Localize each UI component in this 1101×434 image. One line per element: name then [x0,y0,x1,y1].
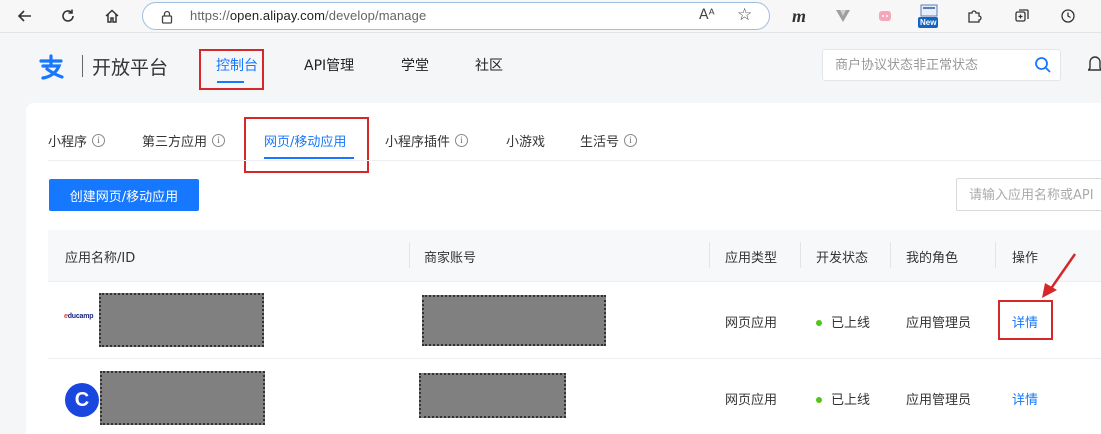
create-web-mobile-app-button[interactable]: 创建网页/移动应用 [49,179,199,211]
redacted-merchant-account [422,295,606,346]
column-divider [709,242,710,268]
brand-name[interactable]: 开放平台 [92,53,168,80]
browser-toolbar: https://open.alipay.com/develop/manage A… [0,0,1101,33]
collections-icon[interactable] [1011,5,1033,27]
column-header-dev-status: 开发状态 [816,251,869,266]
app-type-cell: 网页应用 [725,316,778,331]
annotation-arrow-icon [1042,253,1077,298]
history-icon[interactable] [1057,5,1079,27]
column-divider [409,242,410,268]
header-search-input[interactable] [835,55,1025,75]
status-online-dot [816,396,822,403]
tab-label: 小程序 [48,135,88,150]
status-cell: 已上线 [816,389,870,408]
tab-third-party-app[interactable]: 第三方应用 i [142,131,226,150]
tab-label: 第三方应用 [142,135,208,150]
tab-label: 生活号 [580,135,620,150]
app-search[interactable] [956,178,1101,211]
extensions-puzzle-icon[interactable] [963,5,985,27]
info-icon[interactable]: i [624,134,638,147]
extension-m-icon[interactable]: m [788,5,810,27]
main-card: 小程序 i 第三方应用 i 网页/移动应用 小程序插件 i 小游戏 生活号 i … [26,103,1101,434]
column-header-merchant-account: 商家账号 [424,251,477,266]
tab-label: 小程序插件 [385,135,451,150]
app-logo: educamp [64,313,94,320]
lock-icon[interactable] [161,9,173,28]
tab-mini-program[interactable]: 小程序 i [48,131,106,150]
table-header: 应用名称/ID 商家账号 应用类型 开发状态 我的角色 操作 [48,230,1101,282]
highlight-box-console [199,49,264,90]
tab-life-account[interactable]: 生活号 i [580,131,638,150]
table-row: educamp 网页应用 已上线 应用管理员 详情 [48,282,1101,359]
app-type-cell: 网页应用 [725,393,778,408]
read-aloud-icon[interactable]: Aᴬ [699,7,715,23]
tabs-divider [48,160,1101,161]
info-icon[interactable]: i [455,134,469,147]
info-icon[interactable]: i [212,134,226,147]
details-link[interactable]: 详情 [1012,389,1038,408]
status-cell: 已上线 [816,312,870,331]
brand-divider [82,55,83,77]
nav-community[interactable]: 社区 [475,55,503,75]
tab-mini-program-plugin[interactable]: 小程序插件 i [385,131,469,150]
refresh-icon[interactable] [55,3,81,29]
column-header-app-type: 应用类型 [725,251,778,266]
extension-cat-icon[interactable] [874,5,896,27]
column-divider [995,242,996,268]
nav-api-management[interactable]: API管理 [304,55,354,75]
redacted-app-name [99,293,264,347]
nav-academy[interactable]: 学堂 [401,55,429,75]
status-online-dot [816,319,822,326]
tab-mini-game[interactable]: 小游戏 [506,131,545,150]
column-divider [890,242,891,268]
tab-label: 小游戏 [506,135,546,150]
extension-new-icon[interactable]: New [917,4,943,30]
redacted-app-name [100,371,265,425]
column-divider [800,242,801,268]
url-text: https://open.alipay.com/develop/manage [190,8,427,23]
column-header-app-name: 应用名称/ID [65,251,136,266]
redacted-merchant-account [419,373,566,418]
highlight-box-web-tab [244,117,369,173]
favorite-star-icon[interactable]: ☆ [737,5,752,25]
role-cell: 应用管理员 [906,393,972,408]
header-search[interactable] [822,49,1061,81]
address-bar[interactable]: https://open.alipay.com/develop/manage A… [142,2,770,30]
site-header: 开放平台 控制台 API管理 学堂 社区 [0,33,1101,103]
status-text: 已上线 [831,393,871,408]
bell-icon[interactable] [1087,54,1101,78]
app-logo: C [65,383,99,417]
table-row: C 网页应用 已上线 应用管理员 详情 [48,360,1101,434]
role-cell: 应用管理员 [906,316,972,331]
status-text: 已上线 [831,316,871,331]
app-search-input[interactable] [969,185,1101,205]
search-icon[interactable] [1034,56,1052,78]
extension-v-icon[interactable] [832,5,854,27]
highlight-box-details [998,300,1053,340]
back-icon[interactable] [12,3,38,29]
alipay-logo-icon[interactable] [38,54,64,80]
info-icon[interactable]: i [92,134,106,147]
home-icon[interactable] [99,3,125,29]
column-header-my-role: 我的角色 [906,251,959,266]
